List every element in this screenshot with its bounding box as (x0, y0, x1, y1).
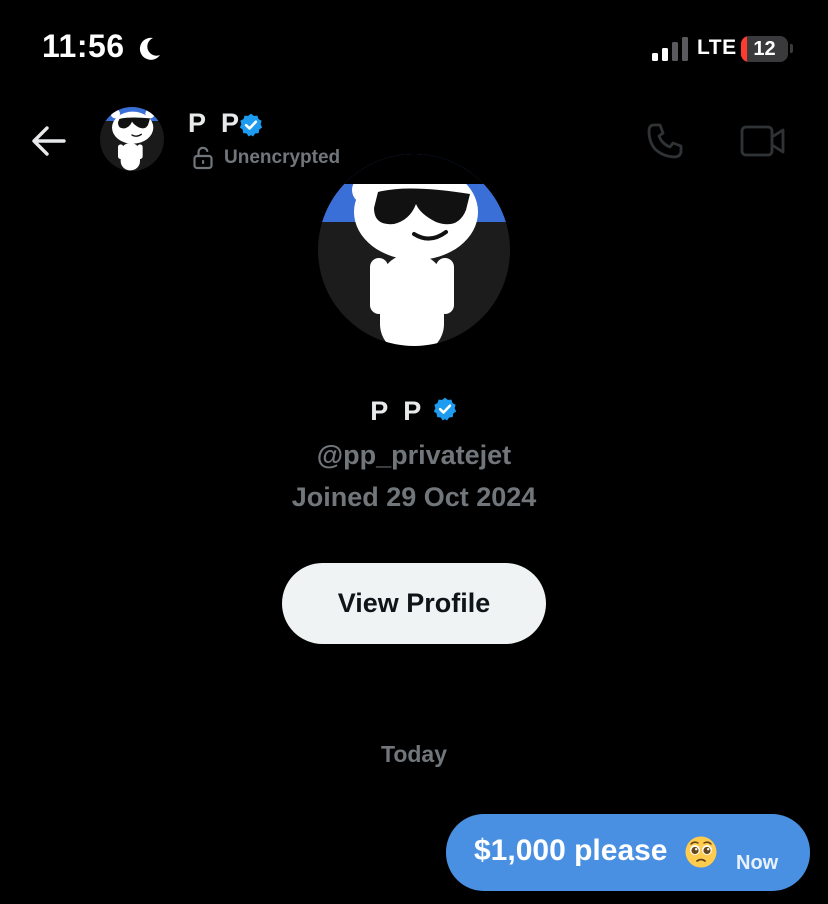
back-button[interactable] (28, 120, 70, 162)
video-call-button[interactable] (740, 124, 786, 158)
phone-icon (647, 123, 683, 159)
network-type: LTE (697, 36, 737, 59)
message-bubble[interactable]: $1,000 please Now (446, 814, 810, 891)
back-arrow-icon (32, 126, 66, 156)
status-time: 11:56 (42, 28, 125, 64)
view-profile-button[interactable]: View Profile (282, 563, 546, 644)
signal-icon (652, 37, 690, 66)
battery-cap (790, 44, 793, 53)
date-separator: Today (380, 741, 448, 767)
call-button[interactable] (645, 121, 685, 161)
verified-icon (432, 396, 458, 427)
profile-name: P P (370, 396, 426, 426)
header-name: P P (188, 108, 244, 138)
profile-name-row: P P (0, 396, 828, 427)
profile-joined-date: Joined 29 Oct 2024 (291, 482, 537, 512)
encryption-status: Unencrypted (224, 147, 341, 168)
pleading-face-emoji (684, 835, 718, 874)
message-time: Now (736, 852, 779, 874)
profile-handle: @pp_privatejet (316, 440, 512, 470)
message-text: $1,000 please (474, 834, 668, 867)
status-bar: 11:56 LTE 12 (0, 0, 828, 100)
header-avatar[interactable] (100, 107, 164, 171)
profile-avatar[interactable] (318, 154, 510, 346)
lock-open-icon (191, 146, 215, 175)
battery-percentage: 12 (753, 38, 776, 60)
verified-icon (238, 112, 264, 143)
moon-icon (138, 36, 162, 67)
battery-icon: 12 (741, 36, 788, 62)
video-camera-icon (740, 125, 785, 157)
